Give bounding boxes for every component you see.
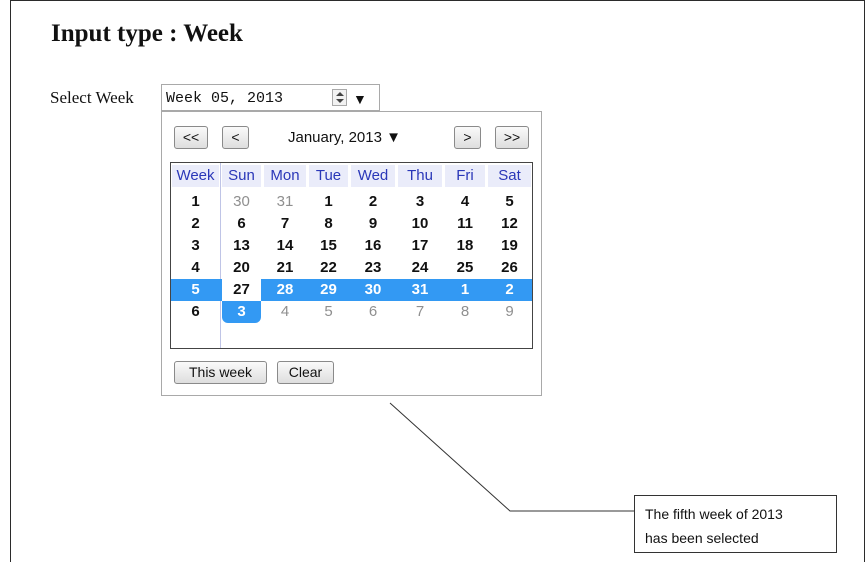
- callout-line-1: The fifth week of 2013: [645, 506, 783, 522]
- callout-box: The fifth week of 2013 has been selected: [634, 495, 837, 553]
- callout-line-2: has been selected: [645, 530, 759, 546]
- callout-leader-line: [389, 402, 634, 512]
